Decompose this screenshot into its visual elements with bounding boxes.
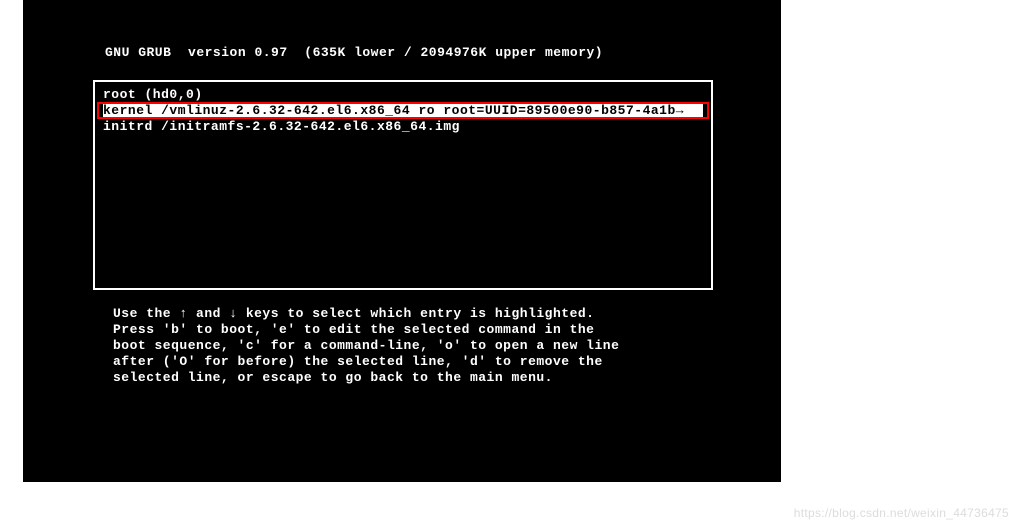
help-line-2: Press 'b' to boot, 'e' to edit the selec…	[113, 322, 594, 337]
continuation-arrow-icon: →	[676, 104, 684, 117]
watermark-text: https://blog.csdn.net/weixin_44736475	[794, 506, 1009, 520]
grub-memory: (635K lower / 2094976K upper memory)	[304, 45, 603, 60]
boot-entry-box[interactable]: root (hd0,0) kernel /vmlinuz-2.6.32-642.…	[93, 80, 713, 290]
grub-title: GNU GRUB	[105, 45, 171, 60]
help-text: Use the ↑ and ↓ keys to select which ent…	[113, 306, 619, 386]
grub-version: version 0.97	[188, 45, 288, 60]
help-line-1: Use the ↑ and ↓ keys to select which ent…	[113, 306, 594, 321]
boot-entry-kernel[interactable]: kernel /vmlinuz-2.6.32-642.el6.x86_64 ro…	[103, 104, 703, 117]
boot-entry-initrd[interactable]: initrd /initramfs-2.6.32-642.el6.x86_64.…	[103, 119, 703, 134]
help-line-4: after ('O' for before) the selected line…	[113, 354, 603, 369]
grub-screen: GNU GRUB version 0.97 (635K lower / 2094…	[23, 0, 781, 482]
help-line-5: selected line, or escape to go back to t…	[113, 370, 553, 385]
grub-header: GNU GRUB version 0.97 (635K lower / 2094…	[23, 0, 781, 60]
boot-entry-root[interactable]: root (hd0,0)	[103, 87, 703, 102]
boot-entry-kernel-text: kernel /vmlinuz-2.6.32-642.el6.x86_64 ro…	[103, 104, 676, 117]
boot-entry-kernel-highlight[interactable]: kernel /vmlinuz-2.6.32-642.el6.x86_64 ro…	[97, 102, 709, 119]
help-line-3: boot sequence, 'c' for a command-line, '…	[113, 338, 619, 353]
